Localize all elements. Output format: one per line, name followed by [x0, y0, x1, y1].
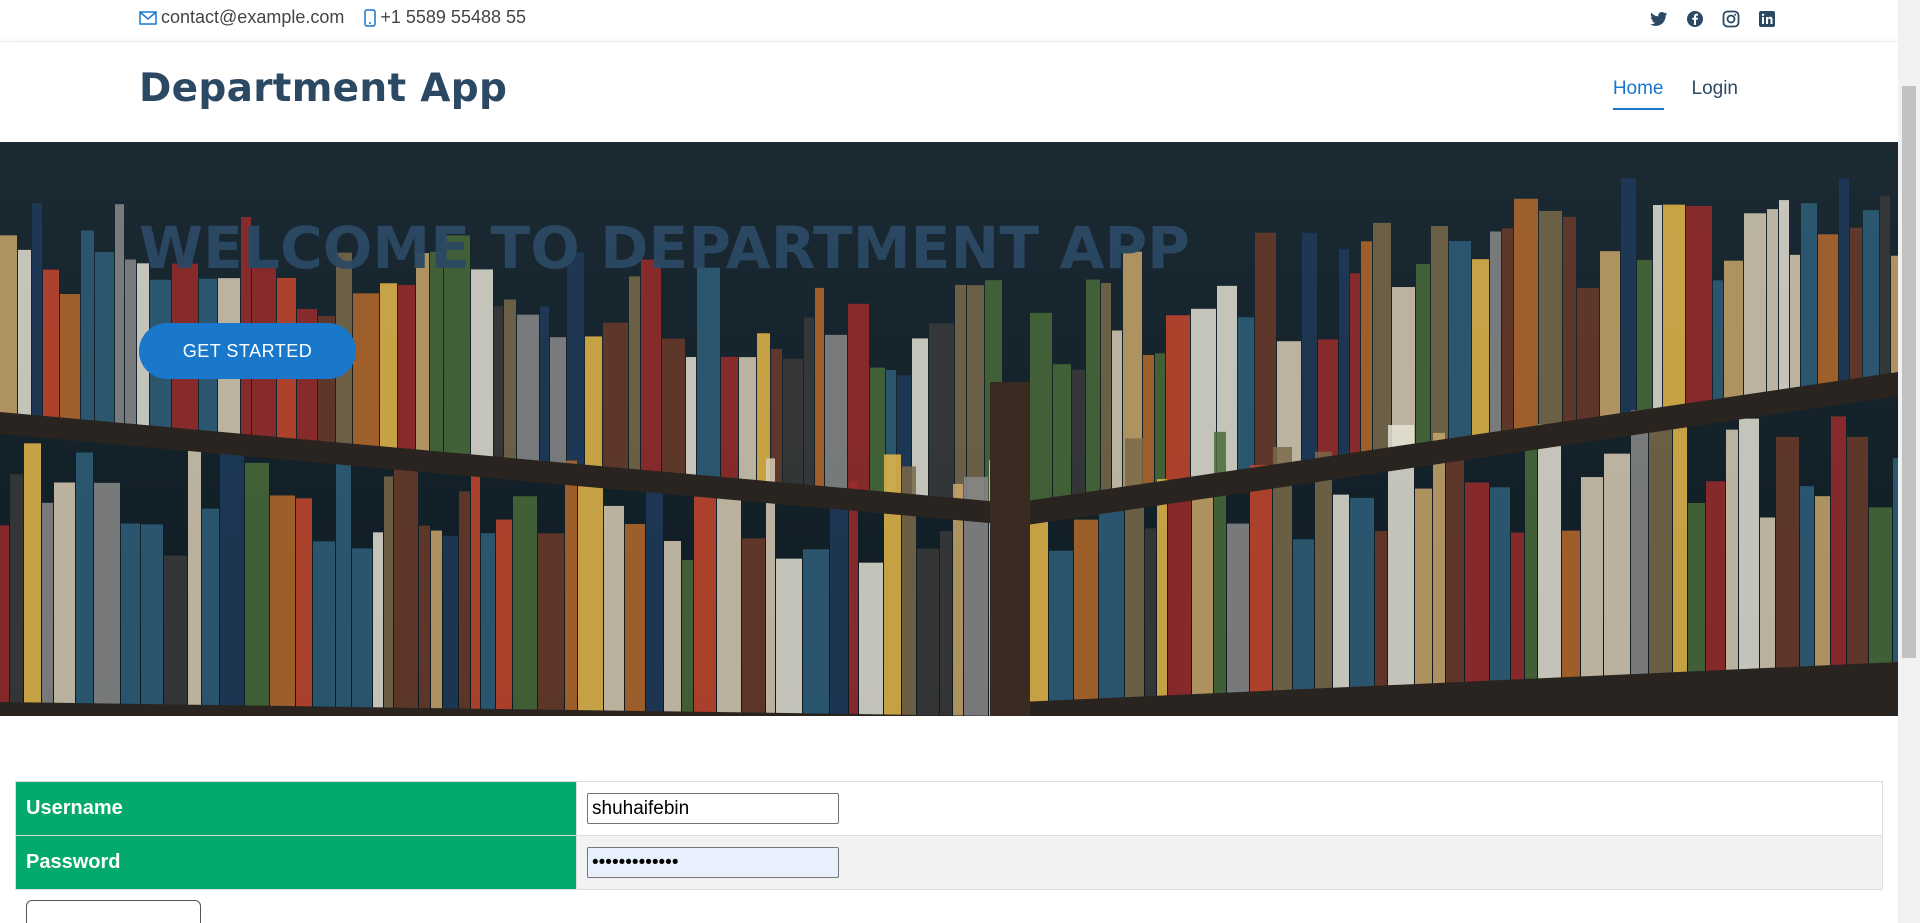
linkedin-icon[interactable] — [1756, 8, 1778, 30]
username-input[interactable] — [587, 793, 839, 824]
phone-text: +1 5589 55488 55 — [380, 7, 527, 27]
social-links — [1648, 8, 1778, 30]
phone-icon — [364, 8, 377, 27]
main-nav: Home Login — [1612, 78, 1739, 110]
instagram-icon[interactable] — [1720, 8, 1742, 30]
password-row: Password — [15, 835, 1883, 890]
username-row: Username — [15, 781, 1883, 836]
username-cell — [576, 781, 1883, 836]
nav-login[interactable]: Login — [1692, 78, 1739, 110]
twitter-icon[interactable] — [1648, 8, 1670, 30]
password-cell — [576, 835, 1883, 890]
hero-section: WELCOME TO DEPARTMENT APP GET STARTED — [0, 142, 1898, 716]
top-bar: contact@example.com +1 5589 55488 55 — [0, 0, 1898, 42]
page-scrollbar[interactable] — [1898, 0, 1920, 923]
site-header: Department App Home Login — [0, 42, 1898, 142]
nav-home[interactable]: Home — [1612, 78, 1664, 110]
email-contact[interactable]: contact@example.com — [139, 7, 344, 28]
phone-contact[interactable]: +1 5589 55488 55 — [364, 7, 526, 28]
hero-title: WELCOME TO DEPARTMENT APP — [139, 214, 1191, 282]
password-label: Password — [15, 835, 577, 890]
username-label: Username — [15, 781, 577, 836]
submit-button[interactable] — [26, 900, 201, 923]
login-form: Username Password — [15, 781, 1883, 890]
password-input[interactable] — [587, 847, 839, 878]
get-started-button[interactable]: GET STARTED — [139, 323, 356, 379]
site-logo[interactable]: Department App — [139, 66, 507, 111]
envelope-icon — [139, 10, 157, 25]
scrollbar-thumb[interactable] — [1902, 86, 1916, 658]
email-text: contact@example.com — [161, 7, 345, 27]
contact-info: contact@example.com +1 5589 55488 55 — [139, 7, 546, 28]
facebook-icon[interactable] — [1684, 8, 1706, 30]
